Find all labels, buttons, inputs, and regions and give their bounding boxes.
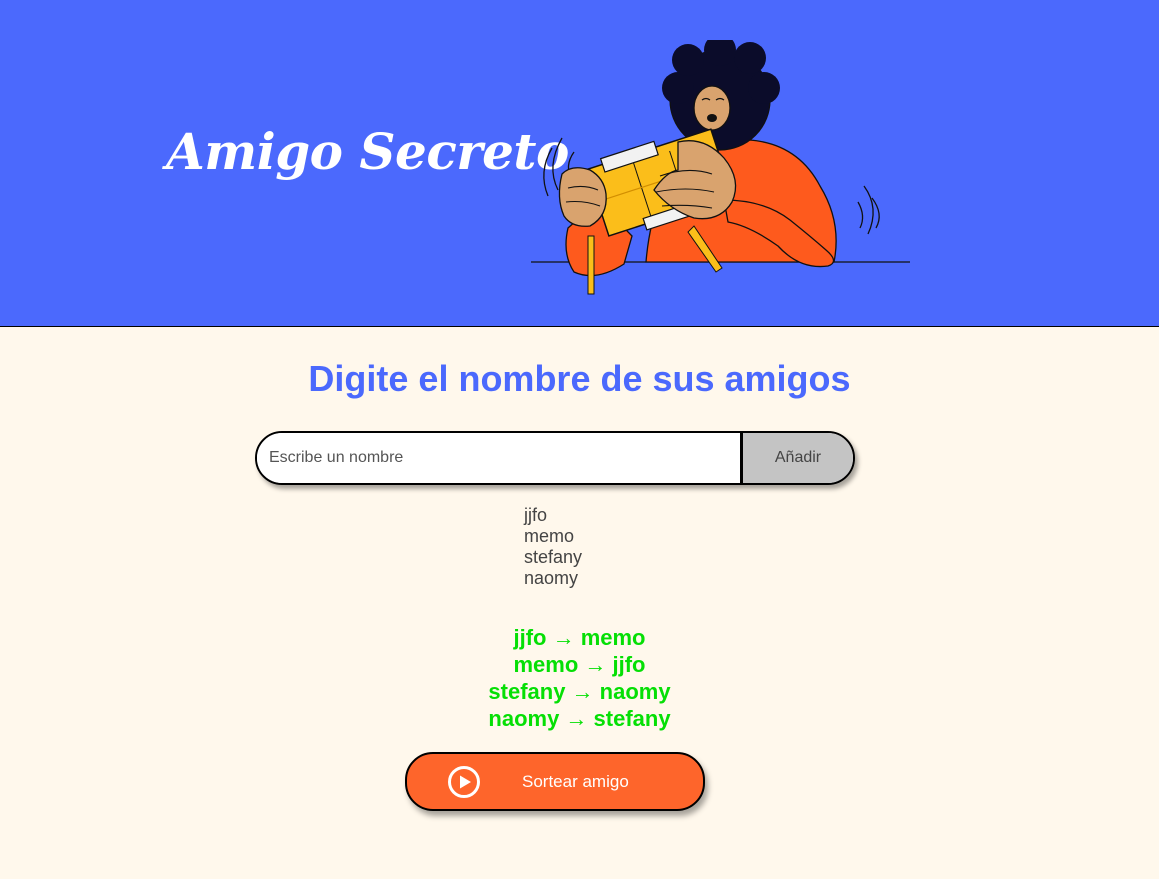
person-with-gift-illustration [531,40,910,295]
name-input[interactable] [257,433,740,483]
result-item: stefany → naomy [488,679,671,704]
add-button[interactable]: Añadir [740,433,853,483]
friend-list-item: stefany [524,547,583,567]
name-input-group: Añadir [255,431,855,485]
result-item: memo → jjfo [513,652,646,677]
draw-button-label: Sortear amigo [522,772,629,791]
header-banner: Amigo Secreto [0,0,1159,327]
result-item: jjfo → memo [513,625,646,650]
results-list: jjfo → memo memo → jjfo stefany → naomy … [0,624,1159,732]
draw-friend-button[interactable]: Sortear amigo [405,752,705,811]
play-circle-icon [448,766,480,798]
friend-list-item: naomy [524,568,579,588]
friend-list-item: memo [524,526,575,546]
section-heading: Digite el nombre de sus amigos [308,358,851,399]
friend-list-item: jjfo [524,505,548,525]
result-item: naomy → stefany [488,706,671,731]
app-title: Amigo Secreto [166,122,569,181]
friends-list: jjfo memo stefany naomy [524,505,582,589]
